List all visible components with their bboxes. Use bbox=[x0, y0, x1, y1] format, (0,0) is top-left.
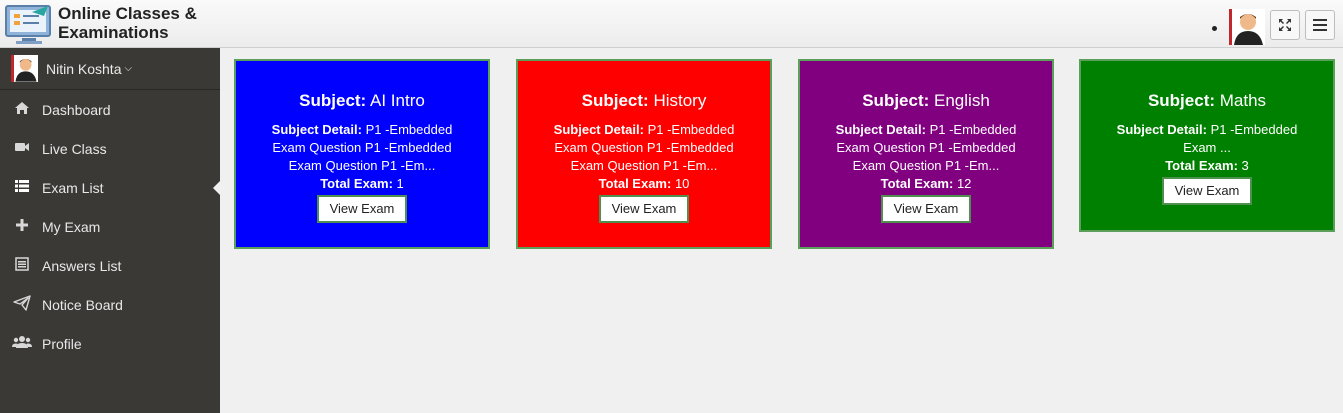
paper-plane-icon bbox=[12, 294, 32, 315]
plus-icon bbox=[12, 218, 32, 236]
top-header: Online Classes & Examinations bbox=[0, 0, 1343, 48]
subject-detail: Subject Detail: P1 -Embedded bbox=[518, 121, 770, 139]
sidebar-nav: Dashboard Live Class Exam List My Exam A… bbox=[0, 90, 221, 363]
total-exam-label: Total Exam: bbox=[1165, 158, 1238, 173]
user-avatar-icon bbox=[15, 59, 37, 82]
subject-detail-value: P1 -Embedded bbox=[1210, 122, 1298, 137]
view-exam-button[interactable]: View Exam bbox=[316, 195, 408, 223]
total-exam: Total Exam: 3 bbox=[1081, 157, 1333, 175]
expand-icon bbox=[1279, 19, 1291, 31]
brand-line-2: Examinations bbox=[58, 23, 169, 42]
card-body: Subject Detail: P1 -Embedded Exam ... To… bbox=[1081, 121, 1333, 205]
sidebar-item-answers-list[interactable]: Answers List bbox=[0, 246, 220, 285]
sidebar-item-label: Dashboard bbox=[42, 101, 111, 118]
sidebar-item-live-class[interactable]: Live Class bbox=[0, 129, 220, 168]
fullscreen-button[interactable] bbox=[1270, 10, 1300, 40]
card-body: Subject Detail: P1 -Embedded Exam Questi… bbox=[518, 121, 770, 223]
sidebar-item-label: My Exam bbox=[42, 218, 101, 235]
sidebar-item-notice-board[interactable]: Notice Board bbox=[0, 285, 220, 324]
subject-detail-value: P1 -Embedded bbox=[647, 122, 735, 137]
users-icon bbox=[12, 335, 32, 353]
subject-label: Subject: bbox=[299, 91, 367, 110]
card-body: Subject Detail: P1 -Embedded Exam Questi… bbox=[236, 121, 488, 223]
total-exam-value: 3 bbox=[1241, 158, 1249, 173]
total-exam-value: 1 bbox=[396, 176, 404, 191]
brand-title[interactable]: Online Classes & Examinations bbox=[58, 4, 197, 42]
sidebar-item-label: Profile bbox=[42, 335, 82, 352]
view-exam-button[interactable]: View Exam bbox=[880, 195, 972, 223]
sidebar-user[interactable]: Nitin Koshta ⌵ bbox=[0, 48, 220, 90]
subject-detail-label: Subject Detail: bbox=[1116, 122, 1207, 137]
card-title: Subject: AI Intro bbox=[236, 91, 488, 111]
sidebar: Nitin Koshta ⌵ Dashboard Live Class Exam… bbox=[0, 48, 221, 413]
card-body: Subject Detail: P1 -Embedded Exam Questi… bbox=[800, 121, 1052, 223]
subject-detail: Subject Detail: P1 -Embedded bbox=[236, 121, 488, 139]
user-name: Nitin Koshta bbox=[46, 60, 122, 77]
sidebar-item-my-exam[interactable]: My Exam bbox=[0, 207, 220, 246]
subject-label: Subject: bbox=[581, 91, 649, 110]
subject-detail: Subject Detail: P1 -Embedded bbox=[1081, 121, 1333, 139]
total-exam-label: Total Exam: bbox=[320, 176, 393, 191]
subject-name: History bbox=[653, 91, 707, 110]
sidebar-item-dashboard[interactable]: Dashboard bbox=[0, 90, 220, 129]
sidebar-item-exam-list[interactable]: Exam List bbox=[0, 168, 221, 207]
status-dot bbox=[1212, 26, 1217, 31]
exam-question-line: Exam Question P1 -Embedded bbox=[554, 140, 734, 155]
active-indicator bbox=[213, 180, 221, 196]
total-exam-value: 12 bbox=[956, 176, 972, 191]
subject-name: AI Intro bbox=[370, 91, 425, 110]
subject-label: Subject: bbox=[1147, 91, 1216, 110]
subject-detail-label: Subject Detail: bbox=[835, 122, 926, 137]
chevron-down-icon: ⌵ bbox=[124, 63, 133, 74]
sidebar-item-label: Notice Board bbox=[42, 296, 123, 313]
total-exam: Total Exam: 1 bbox=[236, 175, 488, 193]
sidebar-item-profile[interactable]: Profile bbox=[0, 324, 220, 363]
subject-label: Subject: bbox=[862, 91, 930, 110]
subject-card-maths: Subject: Maths Subject Detail: P1 -Embed… bbox=[1079, 59, 1335, 232]
total-exam-label: Total Exam: bbox=[598, 176, 672, 191]
exam-question-line: Exam ... bbox=[1183, 140, 1231, 155]
sidebar-avatar bbox=[11, 55, 38, 82]
total-exam: Total Exam: 10 bbox=[518, 175, 770, 193]
exam-question-line: Exam Question P1 -Em... bbox=[852, 158, 1000, 173]
header-avatar[interactable] bbox=[1229, 9, 1265, 45]
card-title: Subject: English bbox=[800, 91, 1052, 111]
subject-detail-label: Subject Detail: bbox=[553, 122, 644, 137]
subject-name: Maths bbox=[1219, 91, 1267, 110]
sidebar-item-label: Answers List bbox=[42, 257, 122, 274]
total-exam: Total Exam: 12 bbox=[800, 175, 1052, 193]
video-camera-icon bbox=[12, 140, 32, 157]
exam-question-line: Exam Question P1 -Embedded bbox=[836, 140, 1016, 155]
subject-card-history: Subject: History Subject Detail: P1 -Emb… bbox=[516, 59, 772, 249]
sidebar-item-label: Live Class bbox=[42, 140, 107, 157]
subject-detail-value: P1 -Embedded bbox=[929, 122, 1017, 137]
exam-question-line: Exam Question P1 -Em... bbox=[288, 158, 436, 173]
brand-line-1: Online Classes & bbox=[58, 4, 197, 23]
exam-question-line: Exam Question P1 -Em... bbox=[570, 158, 718, 173]
card-title: Subject: History bbox=[518, 91, 770, 111]
hamburger-icon bbox=[1313, 19, 1327, 31]
list-alt-icon bbox=[12, 256, 32, 275]
user-avatar-icon bbox=[1234, 14, 1263, 45]
subject-card-english: Subject: English Subject Detail: P1 -Emb… bbox=[798, 59, 1054, 249]
total-exam-label: Total Exam: bbox=[880, 176, 954, 191]
subject-detail: Subject Detail: P1 -Embedded bbox=[800, 121, 1052, 139]
exam-question-line: Exam Question P1 -Embedded bbox=[272, 140, 452, 155]
list-icon bbox=[12, 179, 32, 197]
menu-button[interactable] bbox=[1305, 10, 1335, 40]
subject-detail-value: P1 -Embedded bbox=[365, 122, 453, 137]
subject-card-ai-intro: Subject: AI Intro Subject Detail: P1 -Em… bbox=[234, 59, 490, 249]
view-exam-button[interactable]: View Exam bbox=[598, 195, 690, 223]
sidebar-item-label: Exam List bbox=[42, 179, 104, 196]
home-icon bbox=[12, 101, 32, 119]
card-title: Subject: Maths bbox=[1081, 91, 1333, 111]
logo-icon bbox=[5, 5, 51, 44]
subject-name: English bbox=[934, 91, 990, 110]
subject-detail-label: Subject Detail: bbox=[271, 122, 362, 137]
view-exam-button[interactable]: View Exam bbox=[1161, 177, 1253, 205]
total-exam-value: 10 bbox=[674, 176, 690, 191]
